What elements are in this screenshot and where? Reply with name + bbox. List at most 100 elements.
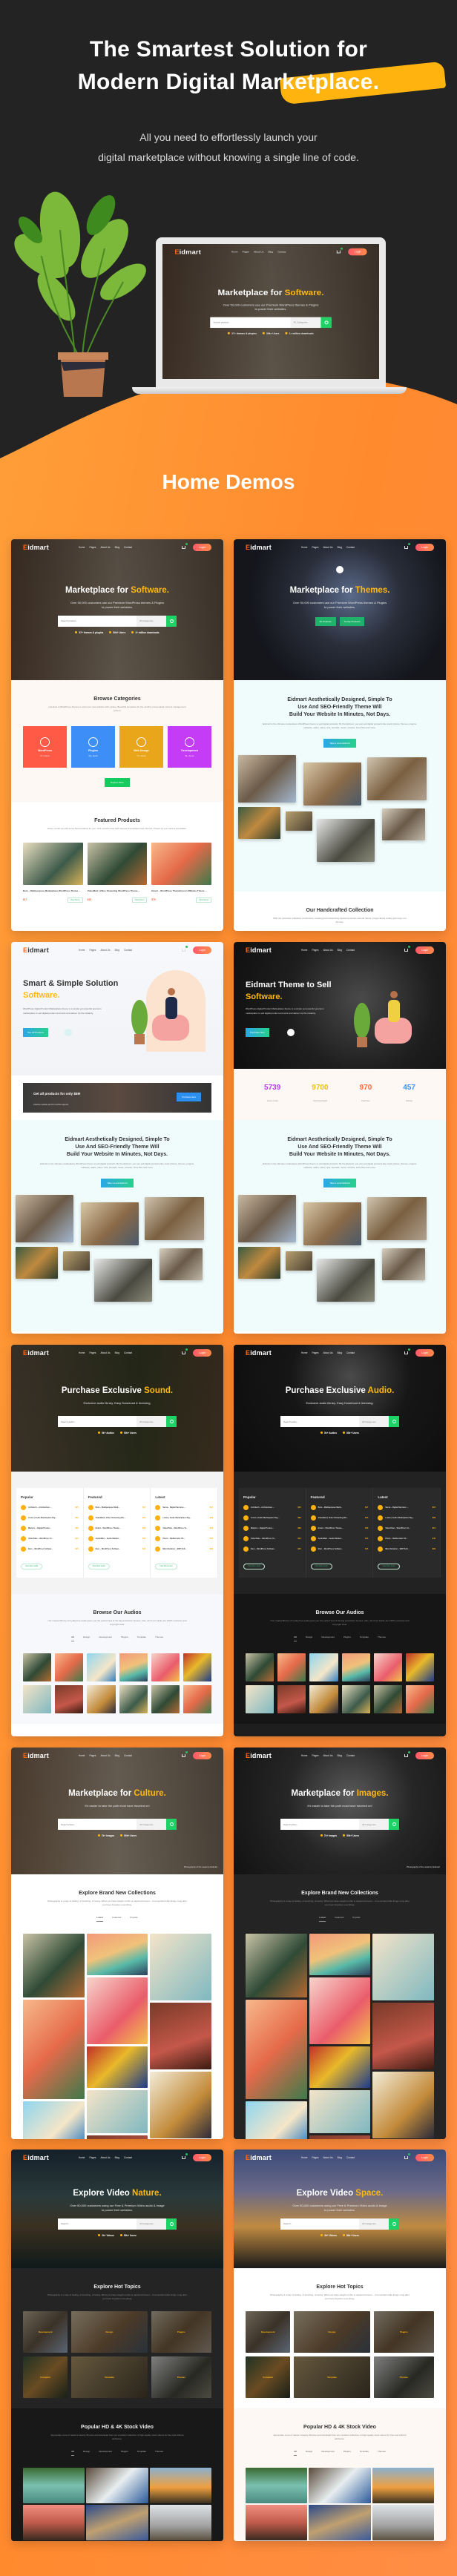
search-input[interactable] [58,1819,137,1831]
login-button[interactable]: Login [193,2154,211,2161]
search-button[interactable] [320,317,332,328]
nav-item-pages[interactable]: Pages [89,2156,96,2159]
audio-thumbnail[interactable] [119,1653,148,1681]
play-icon[interactable] [155,1526,161,1531]
nav-item-blog[interactable]: Blog [338,949,342,952]
logo[interactable]: Eidmart [23,1349,49,1357]
list-item[interactable]: Photo – Multivendor Ph... $45 [155,1536,213,1541]
demo-card-4[interactable]: Eidmart Home Pages About Us Blog Contact Login… [234,942,446,1334]
nav-item-home[interactable]: Home [79,2156,85,2159]
login-button[interactable]: Login [415,1349,434,1357]
tab-all[interactable]: All [71,1635,74,1641]
cart-icon[interactable] [182,1751,188,1757]
nav-item-about-us[interactable]: About Us [323,546,332,549]
audio-thumbnail[interactable] [373,1685,402,1713]
list-item[interactable]: Listen | Audio Marketplace Dig... $99 [155,1515,213,1521]
nav-item-pages[interactable]: Pages [89,1351,96,1354]
list-item[interactable]: VideoTube – WordPress Vi... $15 [155,1526,213,1531]
tab-template[interactable]: Template [360,2450,369,2456]
cart-icon[interactable] [404,1751,411,1757]
cart-icon[interactable] [404,543,411,549]
play-icon[interactable] [88,1526,93,1531]
nav-item-contact[interactable]: Contact [124,2156,132,2159]
category-tile-web-design[interactable]: Web Design 77+ Items [119,726,163,768]
logo[interactable]: Eidmart [246,946,272,954]
collection-item[interactable] [86,2090,148,2133]
login-button[interactable]: Login [415,2154,434,2161]
nav-item-pages[interactable]: Pages [89,546,96,549]
collection-item[interactable] [309,1977,371,2044]
cart-icon[interactable] [404,2153,411,2159]
nav-item-contact[interactable]: Contact [346,2156,355,2159]
search-button[interactable] [389,1819,399,1831]
tab-design[interactable]: Design [306,2450,312,2456]
nav-item-contact[interactable]: Contact [346,1754,355,1757]
nav-item-blog[interactable]: Blog [115,1754,119,1757]
demo-card-7[interactable]: Eidmart Home Pages About Us Blog Contact Login… [11,1747,223,2139]
tab-latest[interactable]: Latest [319,1916,326,1922]
list-item[interactable]: Architech – Architecture ... $15 [21,1505,79,1510]
nav-item-contact[interactable]: Contact [124,1754,132,1757]
nav-item-about-us[interactable]: About Us [323,2156,332,2159]
view-demo-button[interactable]: View Demo [67,897,83,903]
product-card[interactable]: Bolo – Multipurpose Marketplace WordPres… [23,843,83,903]
logo[interactable]: Eidmart [23,946,49,954]
audio-thumbnail[interactable] [246,1685,274,1713]
nav-item-blog[interactable]: Blog [338,1754,342,1757]
collection-item[interactable] [150,2003,212,2069]
collection-item[interactable] [86,2135,148,2139]
tab-latest[interactable]: Latest [96,1916,104,1922]
product-card[interactable]: VideoMart | Video Streaming WordPress Th… [87,843,148,903]
tab-template[interactable]: Template [137,1635,146,1641]
logo[interactable]: Eidmart [246,1752,272,1759]
tab-development[interactable]: Development [321,2450,335,2456]
list-item[interactable]: AudioMart – Audio Market... $15 [310,1536,368,1541]
nav-item-home[interactable]: Home [301,546,308,549]
list-item[interactable]: VideoMart | Video Streaming Wo... $15 [310,1515,368,1521]
play-icon[interactable] [21,1546,26,1552]
list-item[interactable]: AudioMart – Audio Market... $15 [88,1536,145,1541]
search-input[interactable] [58,615,137,627]
topic-tile-themes[interactable]: Themes [151,2356,211,2398]
list-item[interactable]: Listen | Audio Marketplace Dig... $99 [21,1515,79,1521]
category-tile-wordpress[interactable]: WordPress 57+ Items [23,726,67,768]
topic-tile-computer[interactable]: Computer [23,2356,68,2398]
list-item[interactable]: Listen | Audio Marketplace Dig... $99 [378,1515,435,1521]
audio-thumbnail[interactable] [119,1685,148,1713]
nav-item-home[interactable]: Home [79,546,85,549]
login-button[interactable]: Login [415,946,434,954]
audio-thumbnail[interactable] [183,1685,211,1713]
video-thumbnail[interactable] [149,2505,211,2540]
product-card[interactable]: Emart – WordPress ThemeForest Affiliates… [151,843,212,903]
tab-all[interactable]: All [294,1635,297,1641]
view-more-button[interactable]: View More Audio [243,1564,266,1569]
play-icon[interactable] [21,1526,26,1531]
category-select[interactable]: All Categories [137,615,166,627]
topic-tile-template[interactable]: Template [294,2356,370,2398]
demo-card-9[interactable]: Eidmart Home Pages About Us Blog Contact Login… [11,2150,223,2541]
product-title[interactable]: Emart – WordPress ThemeForest Affiliates… [151,889,211,893]
tab-development[interactable]: Development [99,2450,112,2456]
collection-item[interactable] [246,2101,307,2139]
audio-thumbnail[interactable] [23,1685,52,1713]
video-thumbnail[interactable] [246,2468,308,2503]
list-item[interactable]: VideoTube – WordPress Vi... $15 [243,1536,301,1541]
video-thumbnail[interactable] [372,2468,434,2503]
play-icon[interactable] [88,1536,93,1541]
audio-thumbnail[interactable] [55,1685,84,1713]
hero-button-trendy-products[interactable]: Trendy Products [339,616,365,626]
category-select[interactable]: All Categories [137,2218,166,2230]
login-button[interactable]: Login [193,1752,211,1759]
hero-button-all-products[interactable]: All Products [315,616,336,626]
purchase-here-button[interactable]: Purchase Here [177,1093,201,1101]
play-icon[interactable] [155,1505,161,1510]
category-select[interactable]: All Categories [137,1416,166,1428]
tab-all[interactable]: All [71,2450,74,2456]
login-button[interactable]: Login [415,544,434,551]
tab-plugins[interactable]: Plugins [343,1635,351,1641]
play-icon[interactable] [243,1526,249,1531]
category-select[interactable]: All Categories [359,1416,389,1428]
tab-template[interactable]: Template [137,2450,146,2456]
audio-thumbnail[interactable] [183,1653,211,1681]
nav-item-contact[interactable]: Contact [346,949,355,952]
